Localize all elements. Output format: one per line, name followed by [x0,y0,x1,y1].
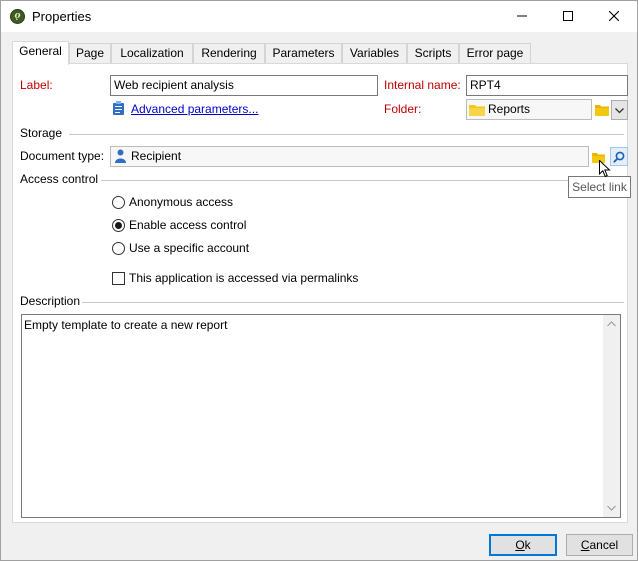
permalinks-checkbox[interactable] [112,272,125,285]
enable-access-control-radio[interactable] [112,219,125,232]
document-type-field[interactable]: Recipient [110,146,589,167]
description-scrollbar[interactable] [603,315,620,517]
internal-name-field[interactable]: RPT4 [466,75,628,96]
properties-dialog: ǫ Properties General Page Localization R… [0,0,638,561]
scroll-down-icon [607,505,616,511]
clipboard-icon [113,101,124,115]
chevron-down-icon [615,108,624,114]
access-control-section-title: Access control [20,172,99,186]
title-bar[interactable]: ǫ Properties [1,1,637,32]
document-type-caption: Document type: [20,149,105,163]
description-section-title: Description [20,294,81,308]
folder-value: Reports [488,102,531,116]
tab-label: Localization [120,46,184,60]
folder-browse-button[interactable] [593,99,611,120]
section-divider [69,134,624,135]
tab-error-page[interactable]: Error page [459,43,531,64]
tab-scripts[interactable]: Scripts [407,43,459,64]
maximize-icon [563,11,573,21]
label-field[interactable]: Web recipient analysis [110,75,378,96]
internal-name-caption: Internal name: [384,78,461,92]
specific-account-radio[interactable] [112,242,125,255]
tab-localization[interactable]: Localization [111,43,193,64]
tab-parameters[interactable]: Parameters [265,43,342,64]
mouse-cursor-icon [599,160,611,178]
scroll-up-icon [607,321,616,327]
folder-caption: Folder: [384,102,422,116]
permalinks-label[interactable]: This application is accessed via permali… [129,271,358,285]
document-type-value: Recipient [131,149,182,163]
ok-mnemonic: O [515,538,525,552]
label-caption: Label: [20,78,53,92]
maximize-button[interactable] [545,1,591,32]
tab-label: General [19,44,62,58]
tab-label: Error page [466,46,524,60]
advanced-parameters-link[interactable]: Advanced parameters... [131,102,258,116]
specific-account-label[interactable]: Use a specific account [129,241,249,255]
tab-label: Variables [349,46,400,60]
minimize-icon [517,15,527,17]
search-document-type-button[interactable] [610,147,628,166]
tab-variables[interactable]: Variables [342,43,407,64]
select-link-tooltip: Select link [568,176,631,198]
enable-access-control-label[interactable]: Enable access control [129,218,246,232]
person-icon [115,149,126,163]
tab-label: Rendering [201,46,257,60]
storage-section-title: Storage [20,126,63,140]
minimize-button[interactable] [499,1,545,32]
tab-label: Page [75,46,105,60]
magnifier-icon [613,151,625,163]
close-icon [609,11,619,21]
ok-rest: k [524,538,531,552]
folder-icon [469,105,485,116]
general-tab-panel: Label: Web recipient analysis Internal n… [12,63,628,523]
cancel-button[interactable]: Cancel [566,534,633,556]
window-title: Properties [32,9,92,24]
anonymous-access-radio[interactable] [112,196,125,209]
close-button[interactable] [591,1,637,32]
folder-dropdown-button[interactable] [611,100,628,120]
cancel-rest: ancel [589,538,619,552]
tab-label: Scripts [414,46,452,60]
tab-general[interactable]: General [12,41,69,65]
folder-icon [595,105,609,116]
ok-button[interactable]: Ok [489,534,557,556]
section-divider [82,302,624,303]
tab-rendering[interactable]: Rendering [193,43,265,64]
anonymous-access-label[interactable]: Anonymous access [129,195,233,209]
tab-page[interactable]: Page [69,43,111,64]
app-leaf-icon: ǫ [10,9,25,24]
section-divider [101,180,624,181]
description-textarea[interactable]: Empty template to create a new report [21,314,621,518]
description-text: Empty template to create a new report [24,318,228,332]
tab-label: Parameters [272,46,335,60]
